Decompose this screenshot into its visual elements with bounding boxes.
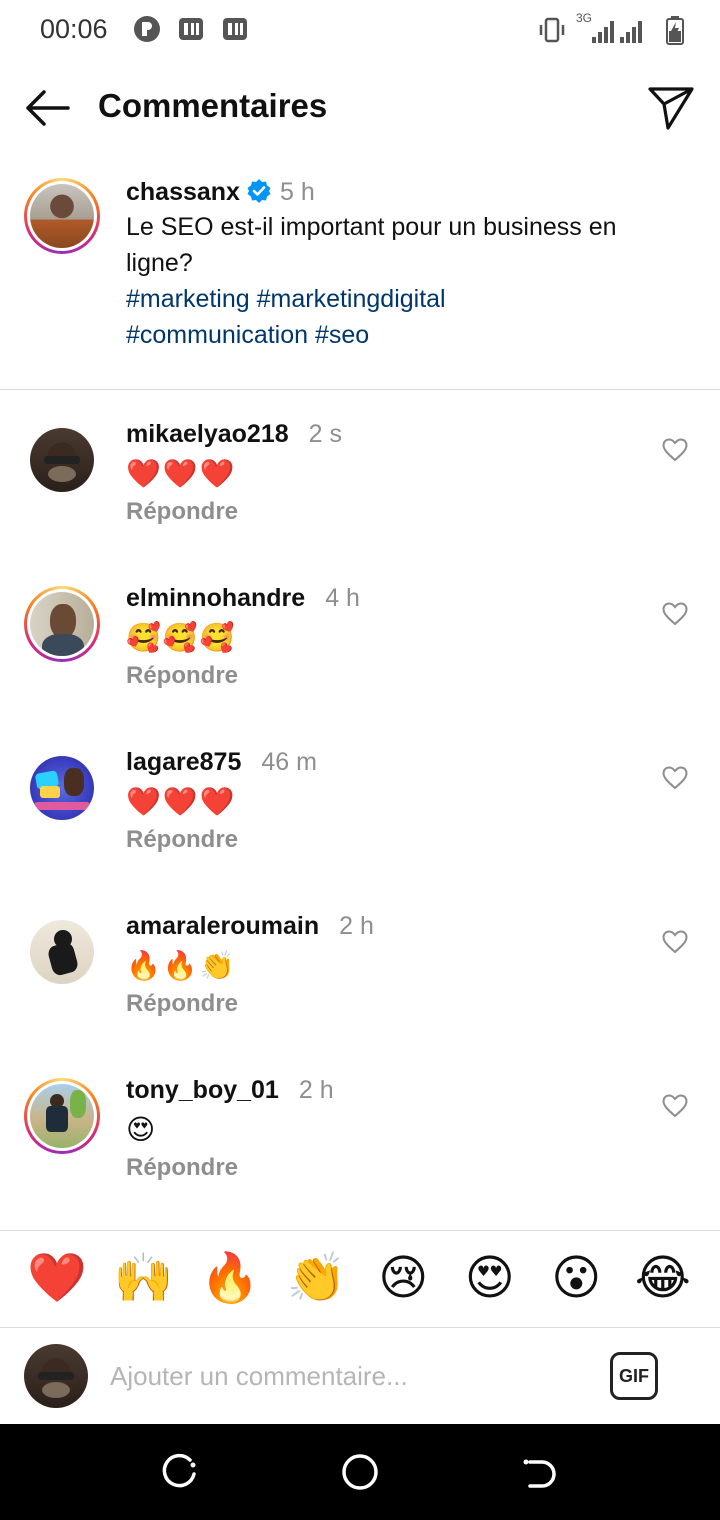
share-send-icon[interactable] — [646, 82, 696, 132]
recent-apps-icon[interactable] — [160, 1452, 200, 1492]
notification-app-icon — [134, 16, 160, 42]
heart-like-icon[interactable] — [662, 602, 688, 626]
comment-text: ❤️❤️❤️ — [126, 786, 237, 817]
header: Commentaires — [0, 60, 720, 156]
reaction-crying-emoji[interactable]: 😢 — [372, 1249, 434, 1309]
quick-reaction-bar: ❤️ 🙌 🔥 👏 😢 😍 😮 😂 — [0, 1230, 720, 1328]
heart-like-icon[interactable] — [662, 438, 688, 462]
comment-time: 4 h — [325, 584, 360, 612]
comment-avatar[interactable] — [24, 586, 100, 662]
reaction-fire-emoji[interactable]: 🔥 — [199, 1249, 261, 1309]
notification-app-icon — [223, 18, 247, 40]
reaction-heart-eyes-emoji[interactable]: 😍 — [459, 1249, 521, 1309]
comment-username[interactable]: elminnohandre — [126, 584, 305, 612]
comment-item: mikaelyao218 2 s ❤️❤️❤️ Répondre — [0, 418, 720, 568]
comment-item: tony_boy_01 2 h 😍 Répondre — [0, 1074, 720, 1224]
reply-button[interactable]: Répondre — [126, 1154, 626, 1182]
comment-item: elminnohandre 4 h 🥰🥰🥰 Répondre — [0, 582, 720, 732]
comment-avatar[interactable] — [30, 756, 94, 820]
back-arrow-icon[interactable] — [22, 82, 74, 134]
status-indicators: 3G — [538, 11, 684, 46]
comment-input[interactable] — [110, 1354, 580, 1398]
system-nav-bar — [0, 1424, 720, 1520]
status-bar: 00:06 3G — [0, 0, 720, 60]
comment-text: ❤️❤️❤️ — [126, 458, 237, 489]
reply-button[interactable]: Répondre — [126, 826, 626, 854]
comment-item: lagare875 46 m ❤️❤️❤️ Répondre — [0, 746, 720, 896]
current-user-avatar — [24, 1344, 88, 1408]
comment-text: 🔥🔥👏 — [126, 950, 237, 981]
page-title: Commentaires — [98, 87, 328, 124]
reply-button[interactable]: Répondre — [126, 662, 626, 690]
hashtag-link[interactable]: #marketing #marketingdigital — [126, 281, 686, 317]
heart-like-icon[interactable] — [662, 766, 688, 790]
heart-like-icon[interactable] — [662, 930, 688, 954]
comment-time: 2 h — [339, 912, 374, 940]
reaction-surprised-emoji[interactable]: 😮 — [545, 1249, 607, 1309]
reaction-laughing-emoji[interactable]: 😂 — [632, 1249, 694, 1309]
comment-text: 😍 — [126, 1114, 158, 1145]
comment-avatar[interactable] — [30, 920, 94, 984]
reaction-heart-emoji[interactable]: ❤️ — [26, 1249, 88, 1309]
home-icon[interactable] — [340, 1452, 380, 1492]
reaction-raised-hands-emoji[interactable]: 🙌 — [113, 1249, 175, 1309]
verified-badge-icon — [247, 179, 271, 203]
battery-icon — [666, 16, 684, 45]
caption-avatar[interactable] — [24, 178, 100, 254]
comment-username[interactable]: amaraleroumain — [126, 912, 319, 940]
comment-username[interactable]: tony_boy_01 — [126, 1076, 279, 1104]
reaction-clap-emoji[interactable]: 👏 — [286, 1249, 348, 1309]
comment-time: 46 m — [261, 748, 317, 776]
comment-username[interactable]: lagare875 — [126, 748, 241, 776]
comment-username[interactable]: mikaelyao218 — [126, 420, 289, 448]
comment-composer: GIF — [0, 1328, 720, 1424]
notification-app-icon — [179, 18, 203, 40]
back-nav-icon[interactable] — [520, 1452, 560, 1492]
comment-time: 2 h — [298, 1076, 334, 1104]
caption-time: 5 h — [279, 178, 315, 206]
caption-username[interactable]: chassanx — [126, 178, 240, 206]
comment-item: amaraleroumain 2 h 🔥🔥👏 Répondre — [0, 910, 720, 1060]
status-time: 00:06 — [40, 14, 108, 44]
heart-like-icon[interactable] — [662, 1094, 688, 1118]
comment-text: 🥰🥰🥰 — [126, 622, 237, 653]
reply-button[interactable]: Répondre — [126, 498, 626, 526]
comment-avatar[interactable] — [24, 1078, 100, 1154]
comment-avatar[interactable] — [30, 428, 94, 492]
caption-text: Le SEO est-il important pour un business… — [126, 213, 617, 277]
vibrate-icon — [539, 17, 565, 43]
hashtag-link[interactable]: #communication #seo — [126, 317, 686, 353]
gif-button[interactable]: GIF — [610, 1352, 658, 1400]
reply-button[interactable]: Répondre — [126, 990, 626, 1018]
post-caption: chassanx 5 h Le SEO est-il important pou… — [0, 160, 720, 390]
comment-time: 2 s — [308, 420, 342, 448]
signal-icon: 3G — [576, 11, 656, 45]
